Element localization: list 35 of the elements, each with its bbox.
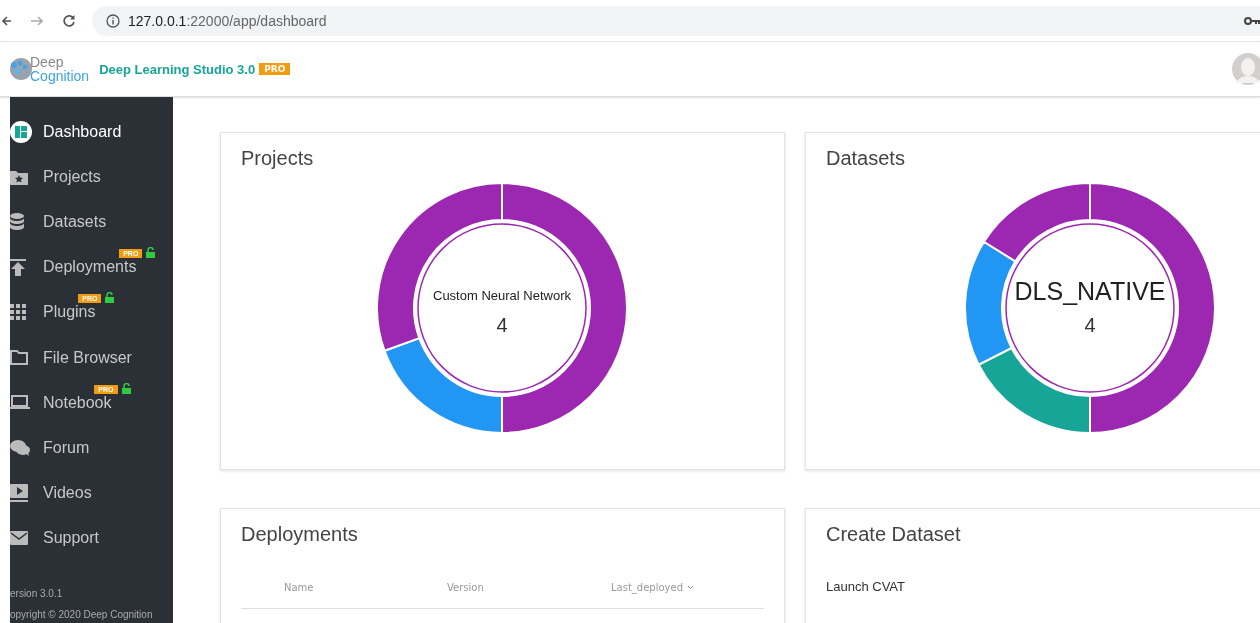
app-title: Deep Learning Studio 3.0	[99, 61, 256, 77]
card-title: Datasets	[826, 147, 906, 170]
dashboard-icon	[10, 120, 32, 143]
sidebar-item[interactable]: Forum	[10, 425, 173, 471]
chat-icon	[10, 439, 30, 457]
chart-center-count: 4	[1084, 314, 1096, 336]
reload-icon[interactable]	[62, 13, 76, 28]
sort-caret-icon[interactable]	[687, 585, 694, 590]
logo-text: Cognition	[30, 69, 90, 83]
address-bar[interactable]: 127.0.0.1:22000/app/dashboard	[92, 5, 1260, 36]
folder-icon	[10, 350, 28, 366]
card-title: Projects	[241, 147, 315, 170]
back-icon[interactable]	[2, 13, 12, 28]
sidebar-item[interactable]: Support	[10, 515, 173, 561]
copyright-text: opyright © 2020 Deep Cognition	[10, 609, 154, 620]
sidebar-item[interactable]: Videos	[10, 470, 173, 516]
pro-badge: PRO	[259, 63, 291, 75]
logo-text: Deep	[30, 55, 64, 69]
version-text: ersion 3.0.1	[10, 588, 64, 599]
upload-icon	[10, 258, 26, 276]
sidebar-item[interactable]: Datasets	[10, 199, 173, 245]
chart-center-label: DLS_NATIVE	[1014, 277, 1166, 305]
chart-center-label: Custom Neural Network	[433, 288, 571, 303]
launch-cvat-link[interactable]: Launch CVAT	[826, 579, 1260, 594]
info-icon[interactable]	[106, 13, 120, 28]
card-title: Create Dataset	[826, 523, 962, 546]
card-title: Deployments	[241, 523, 359, 546]
key-icon[interactable]	[1244, 15, 1260, 26]
sidebar-item[interactable]: Projects	[10, 154, 173, 200]
grid-icon	[10, 304, 26, 321]
sidebar-item[interactable]: Dashboard	[10, 109, 173, 155]
laptop-icon	[10, 395, 30, 411]
chart-center-count: 4	[496, 314, 508, 336]
database-icon	[10, 212, 24, 231]
sidebar-item[interactable]: File Browser	[10, 334, 173, 381]
